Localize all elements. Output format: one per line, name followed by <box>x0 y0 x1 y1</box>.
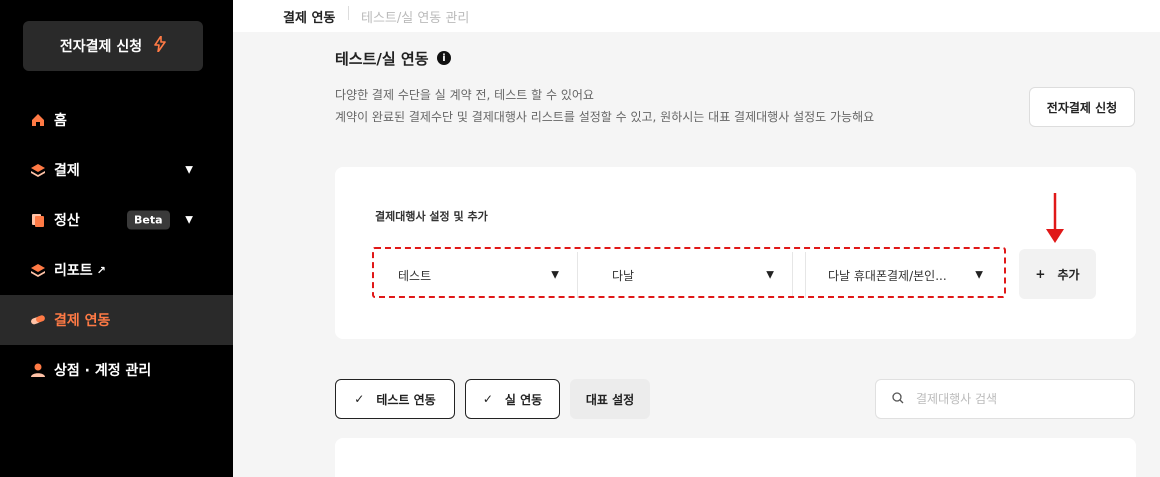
breadcrumb: 결제 연동 테스트/실 연동 관리 <box>233 0 1160 32</box>
page-description-line2: 계약이 완료된 결제수단 및 결제대행사 리스트를 설정할 수 있고, 원하시는… <box>335 110 875 124</box>
sidebar-item-home[interactable]: 홈 <box>0 95 233 145</box>
sidebar-item-label: 정산 <box>54 213 80 229</box>
sidebar-item-label: 결제 <box>54 163 80 179</box>
sidebar-item-settlement[interactable]: 정산 Beta ▼ <box>0 195 233 245</box>
lightning-icon <box>154 35 166 56</box>
layers-icon <box>30 262 46 278</box>
live-integration-filter[interactable]: ✓ 실 연동 <box>465 379 560 419</box>
search-icon <box>892 391 904 407</box>
primary-setting-button[interactable]: 대표 설정 <box>570 379 650 419</box>
sidebar-item-label: 상점 · 계정 관리 <box>54 363 152 379</box>
pg-search-box[interactable] <box>875 379 1135 419</box>
info-icon[interactable]: i <box>437 51 451 65</box>
breadcrumb-divider <box>348 6 349 20</box>
plus-icon: + <box>1035 267 1046 281</box>
beta-badge: Beta <box>127 210 170 230</box>
sidebar-item-integration[interactable]: 결제 연동 <box>0 295 233 345</box>
sidebar-item-report[interactable]: 리포트 ↗ <box>0 245 233 295</box>
test-integration-label: 테스트 연동 <box>376 392 436 407</box>
breadcrumb-item-integration[interactable]: 결제 연동 <box>283 7 335 26</box>
primary-setting-label: 대표 설정 <box>585 392 635 407</box>
check-icon: ✓ <box>482 392 493 406</box>
sidebar-item-label: 홈 <box>54 113 67 129</box>
sidebar-apply-label: 전자결제 신청 <box>59 39 143 55</box>
document-icon <box>30 212 46 228</box>
external-link-icon: ↗ <box>96 263 106 277</box>
pg-setting-label: 결제대행사 설정 및 추가 <box>375 210 488 223</box>
page-title: 테스트/실 연동 <box>335 50 429 68</box>
home-icon <box>30 112 46 128</box>
select-group-highlight <box>372 247 1006 298</box>
link-icon <box>30 312 46 328</box>
breadcrumb-item-test-live[interactable]: 테스트/실 연동 관리 <box>361 7 469 26</box>
test-integration-filter[interactable]: ✓ 테스트 연동 <box>335 379 455 419</box>
sidebar: 전자결제 신청 홈 결제 ▼ 정산 Beta ▼ 리포트 ↗ 결제 연동 상점 … <box>0 0 233 477</box>
sidebar-item-label: 결제 연동 <box>54 313 111 329</box>
caret-down-icon: ▼ <box>185 164 193 176</box>
arrow-down-icon <box>1046 193 1064 243</box>
sidebar-item-label: 리포트 <box>54 263 93 279</box>
page-description-line1: 다양한 결제 수단을 실 계약 전, 테스트 할 수 있어요 <box>335 88 594 102</box>
check-icon: ✓ <box>354 392 365 406</box>
sidebar-item-store-account[interactable]: 상점 · 계정 관리 <box>0 345 233 395</box>
sidebar-apply-button[interactable]: 전자결제 신청 <box>23 21 203 71</box>
layers-icon <box>30 162 46 178</box>
pg-list-card <box>335 438 1136 477</box>
caret-down-icon: ▼ <box>185 214 193 226</box>
search-input[interactable] <box>916 392 1116 406</box>
sidebar-item-payment[interactable]: 결제 ▼ <box>0 145 233 195</box>
users-icon <box>30 362 46 378</box>
apply-payment-button[interactable]: 전자결제 신청 <box>1029 87 1135 127</box>
add-pg-label: 추가 <box>1057 267 1080 282</box>
live-integration-label: 실 연동 <box>504 392 543 407</box>
add-pg-button[interactable]: + 추가 <box>1019 249 1096 299</box>
